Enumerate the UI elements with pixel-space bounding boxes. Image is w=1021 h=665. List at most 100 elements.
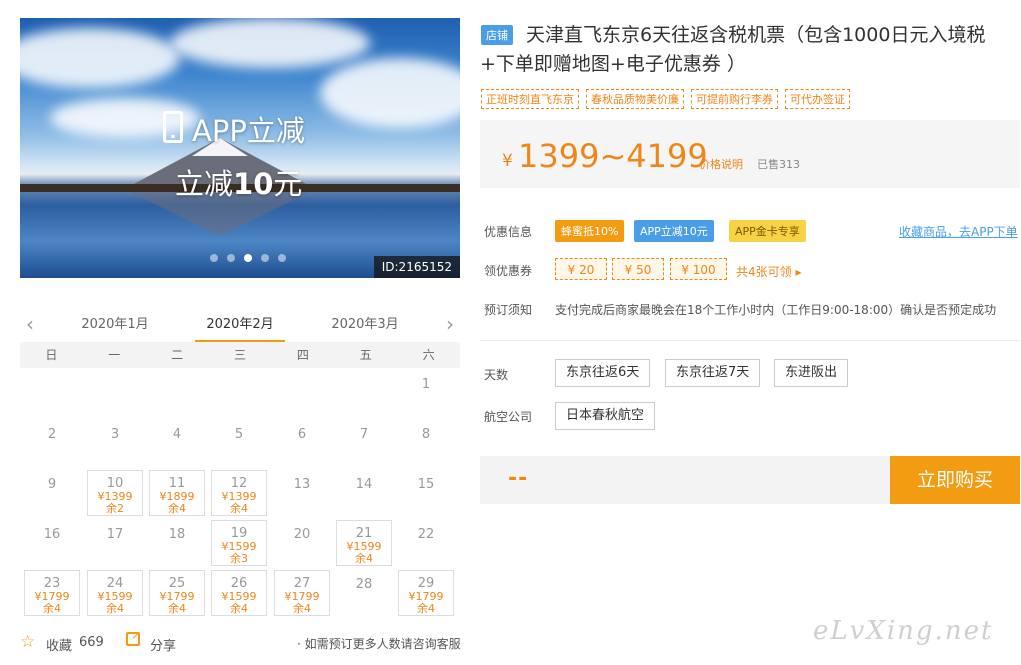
calendar-day-number: 1 xyxy=(421,377,431,392)
cloud xyxy=(20,28,180,88)
calendar-day-available[interactable]: 10 ¥1399 余2 xyxy=(87,470,143,516)
calendar-day-number: 25 xyxy=(168,576,186,591)
hero-banner[interactable]: APP立减 立减10元 ID:2165152 xyxy=(20,18,460,278)
favorite-app-link[interactable]: 收藏商品，去APP下单 xyxy=(899,223,1018,240)
calendar-day: 20 xyxy=(274,520,330,566)
coupon-50[interactable]: ¥ 50 xyxy=(612,258,664,280)
carousel-dot[interactable] xyxy=(227,254,235,262)
calendar-month-nav: ‹ 2020年1月 2020年2月 2020年3月 › xyxy=(20,304,460,343)
option-tokyo-6-days[interactable]: 东京往返6天 xyxy=(555,359,651,387)
price-explanation-link[interactable]: 价格说明 xyxy=(699,156,743,172)
option-tokyo-osaka[interactable]: 东进阪出 xyxy=(774,359,849,387)
calendar-day-available[interactable]: 23 ¥1799 余4 xyxy=(24,570,80,616)
calendar-day-remaining: 余4 xyxy=(43,602,61,615)
calendar-day-number: 8 xyxy=(421,427,431,442)
carousel-dot-active[interactable] xyxy=(244,254,252,262)
calendar-day-remaining: 余4 xyxy=(168,602,186,615)
carousel-dot[interactable] xyxy=(261,254,269,262)
calendar-current-month[interactable]: 2020年2月 xyxy=(195,313,285,343)
product-tag: 正班时刻直飞东京 xyxy=(481,89,579,109)
hero-headline: APP立减 xyxy=(192,114,305,148)
option-tokyo-7-days[interactable]: 东京往返7天 xyxy=(665,359,761,387)
calendar-day: 16 xyxy=(24,520,80,566)
calendar-day-remaining: 余4 xyxy=(168,502,186,515)
calendar-day-number: 9 xyxy=(47,477,57,492)
calendar-day-number: 10 xyxy=(106,476,124,491)
booking-notice: 支付完成后商家最晚会在18个工作小时内（工作日9:00-18:00）确认是否预定… xyxy=(555,303,997,317)
weekday-label: 三 xyxy=(234,348,247,362)
calendar-day-available[interactable]: 29 ¥1799 余4 xyxy=(398,570,454,616)
calendar-day-remaining: 余4 xyxy=(106,602,124,615)
chevron-left-icon[interactable]: ‹ xyxy=(26,312,34,336)
product-title: 天津直飞东京6天往返含税机票（包含1000日元入境税+下单即赠地图+电子优惠券 … xyxy=(480,24,986,75)
calendar-day: 7 xyxy=(336,420,392,466)
calendar-day-number: 20 xyxy=(293,527,311,542)
calendar-day: 3 xyxy=(87,420,143,466)
calendar-day-available[interactable]: 12 ¥1399 余4 xyxy=(211,470,267,516)
weekday-label: 日 xyxy=(45,348,58,362)
buy-bar: -- 立即购买 xyxy=(480,456,1020,504)
weekday-label: 一 xyxy=(108,348,121,362)
promo-label: 优惠信息 xyxy=(484,225,533,239)
weekday-label: 四 xyxy=(296,348,309,362)
calendar-day-number: 18 xyxy=(168,527,186,542)
calendar-day-remaining: 余2 xyxy=(106,502,124,515)
coupon-more-link[interactable]: 共4张可领 ▸ xyxy=(736,263,801,280)
carousel-dot[interactable] xyxy=(278,254,286,262)
calendar-day-number: 28 xyxy=(355,577,373,592)
calendar-prev-month[interactable]: 2020年1月 xyxy=(70,313,160,332)
calendar-day-available[interactable]: 19 ¥1599 余3 xyxy=(211,520,267,566)
calendar-day: 18 xyxy=(149,520,205,566)
carousel-dot[interactable] xyxy=(210,254,218,262)
calendar-day-number: 14 xyxy=(355,477,373,492)
carousel-dots xyxy=(210,254,286,262)
calendar-day: 14 xyxy=(336,470,392,516)
calendar-day-remaining: 余4 xyxy=(417,602,435,615)
calendar-day-available[interactable]: 25 ¥1799 余4 xyxy=(149,570,205,616)
calendar-day-number: 21 xyxy=(355,526,373,541)
star-icon[interactable]: ☆ xyxy=(20,632,35,652)
coupon-label: 领优惠券 xyxy=(484,264,533,278)
share-label[interactable]: 分享 xyxy=(150,635,176,654)
calendar-next-month[interactable]: 2020年3月 xyxy=(320,313,410,332)
product-tag: 可代办签证 xyxy=(785,89,850,109)
calendar-day-remaining: 余4 xyxy=(355,552,373,565)
calendar-day-number: 19 xyxy=(230,526,248,541)
chevron-right-icon[interactable]: › xyxy=(446,312,454,336)
calendar-day: 8 xyxy=(398,420,454,466)
product-tag: 可提前购行李券 xyxy=(691,89,778,109)
share-icon[interactable] xyxy=(126,628,141,646)
promo-badge-honey: 蜂蜜抵10% xyxy=(555,220,625,242)
calendar-day-available[interactable]: 24 ¥1599 余4 xyxy=(87,570,143,616)
favorite-label[interactable]: 收藏 xyxy=(46,635,72,654)
option-spring-japan[interactable]: 日本春秋航空 xyxy=(555,402,656,430)
phone-icon xyxy=(163,111,183,143)
calendar-day-available[interactable]: 21 ¥1599 余4 xyxy=(336,520,392,566)
calendar-day: 17 xyxy=(87,520,143,566)
store-badge[interactable]: 店铺 xyxy=(481,25,513,45)
weekday-label: 二 xyxy=(171,348,184,362)
calendar-day-number: 27 xyxy=(293,576,311,591)
calendar-day: 13 xyxy=(274,470,330,516)
calendar-day-remaining: 余3 xyxy=(230,552,248,565)
calendar-day-available[interactable]: 11 ¥1899 余4 xyxy=(149,470,205,516)
coupon-100[interactable]: ¥ 100 xyxy=(670,258,727,280)
calendar-day-number: 15 xyxy=(417,477,435,492)
calendar-day-number: 29 xyxy=(417,576,435,591)
calendar-day-remaining: 余4 xyxy=(293,602,311,615)
product-id-label: ID:2165152 xyxy=(373,256,460,278)
watermark: eLvXing.net xyxy=(813,616,994,646)
calendar-day-number: 6 xyxy=(297,427,307,442)
calendar-day: 5 xyxy=(211,420,267,466)
calendar-day-number: 24 xyxy=(106,576,124,591)
calendar-day-available[interactable]: 27 ¥1799 余4 xyxy=(274,570,330,616)
cloud xyxy=(170,18,370,68)
hero-subline: 立减10元 xyxy=(175,167,303,201)
product-tag: 春秋品质物美价廉 xyxy=(586,89,684,109)
calendar-day: 15 xyxy=(398,470,454,516)
calendar-day-remaining: 余4 xyxy=(230,502,248,515)
calendar-day: 22 xyxy=(398,520,454,566)
calendar-day-available[interactable]: 26 ¥1599 余4 xyxy=(211,570,267,616)
buy-now-button[interactable]: 立即购买 xyxy=(890,456,1020,504)
coupon-20[interactable]: ¥ 20 xyxy=(555,258,607,280)
